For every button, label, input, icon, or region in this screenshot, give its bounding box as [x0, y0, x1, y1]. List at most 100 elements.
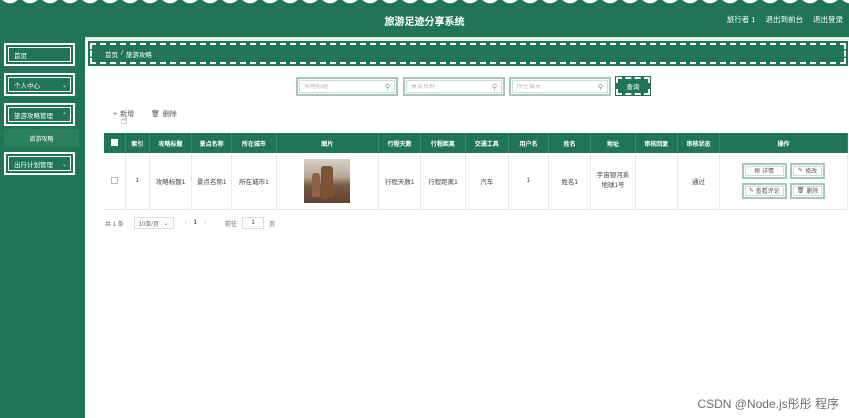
- watermark-text: CSDN @Node.js彤彤 程序: [697, 397, 839, 411]
- col-header-username: 用户名: [508, 133, 550, 153]
- col-header-title: 攻略标题: [149, 133, 193, 153]
- goto-label: 前往: [225, 221, 238, 228]
- pencil-icon: ✎: [748, 188, 754, 195]
- guide-table: 索引 攻略标题 景点名称 所在城市 图片 行程天数 行程距离 交通工具 用户名 …: [104, 133, 848, 210]
- search-icon: ⚲: [597, 83, 603, 91]
- sidebar-item-label: 首页: [14, 52, 27, 60]
- view-comments-label: 查看评论: [755, 189, 780, 196]
- sidebar-subitem-travel-guide[interactable]: 旅游攻略: [4, 129, 79, 147]
- document-icon: ▤: [754, 168, 761, 175]
- header-user-area: 旅行者 1 退出到前台 退出登录: [727, 14, 843, 25]
- spot-name-search-box: ⚲: [403, 77, 505, 96]
- sidebar-item-label: 出行计划管理: [14, 161, 53, 169]
- cell-username: 1: [508, 153, 550, 210]
- guide-thumbnail-image[interactable]: [304, 158, 351, 203]
- city-search-box: ⚲: [509, 77, 611, 96]
- sidebar: 首页 个人中心 ⌄ 旅游攻略管理 ⌃ 旅游攻略 出行计划管理 ⌄: [0, 37, 85, 418]
- col-header-distance: 行程距离: [420, 133, 466, 153]
- chevron-down-icon: ⌄: [163, 220, 169, 227]
- breadcrumb-current: 旅游攻略: [125, 51, 152, 59]
- total-count: 共 1 条: [105, 221, 124, 228]
- user-name: 旅行者 1: [726, 15, 756, 24]
- current-page-number[interactable]: 1: [194, 220, 197, 226]
- view-comments-button[interactable]: ✎ 查看评论: [741, 182, 787, 199]
- page-size-value: 10条/页: [138, 221, 160, 228]
- detail-label: 详情: [762, 169, 775, 176]
- detail-button[interactable]: ▤ 详情: [741, 162, 787, 179]
- cell-distance: 行程距离1: [420, 153, 466, 210]
- delete-label: 删除: [162, 111, 177, 118]
- cell-spot: 景点名称1: [191, 153, 233, 210]
- row-delete-label: 删除: [806, 189, 819, 196]
- cell-name: 姓名1: [548, 153, 592, 210]
- col-header-city: 所在城市: [231, 133, 277, 153]
- select-all-header: [104, 133, 126, 153]
- header-divider: [85, 37, 849, 40]
- top-header: 旅游足迹分享系统 旅行者 1 退出到前台 退出登录: [0, 0, 849, 37]
- cell-index: 1: [125, 153, 150, 210]
- cell-title: 攻略标题1: [149, 153, 193, 210]
- goto-page-input[interactable]: 1: [242, 217, 265, 229]
- cell-city: 所在城市1: [231, 153, 277, 210]
- breadcrumb: 首页 / 旅游攻略: [88, 41, 848, 66]
- col-header-address: 地址: [590, 133, 636, 153]
- prev-page-button[interactable]: ‹: [185, 220, 187, 226]
- cell-status: 通过: [677, 153, 721, 210]
- back-to-front-link[interactable]: 退出到前台: [766, 14, 804, 25]
- sidebar-item-label: 旅游攻略管理: [14, 112, 53, 120]
- pencil-icon: ✎: [798, 168, 804, 175]
- row-actions: ▤ 详情 ✎ 修改 ✎ 查看评论 🗑 删除: [720, 162, 847, 199]
- chevron-down-icon: ⌄: [61, 83, 67, 89]
- col-header-image: 图片: [276, 133, 380, 153]
- col-header-spot: 景点名称: [191, 133, 233, 153]
- header-scallop-decoration: [0, 0, 849, 7]
- breadcrumb-separator: /: [121, 50, 123, 57]
- sidebar-item-label: 个人中心: [14, 82, 40, 90]
- cell-days: 行程天数1: [378, 153, 422, 210]
- sidebar-item-trip-plan-management[interactable]: 出行计划管理 ⌄: [4, 152, 75, 175]
- edit-button[interactable]: ✎ 修改: [789, 162, 826, 179]
- table-row: 1 攻略标题1 景点名称1 所在城市1 行程天数1 行程距离1 汽车 1 姓名1…: [104, 153, 848, 210]
- trash-icon: 🗑: [796, 188, 805, 195]
- sidebar-item-personal-center[interactable]: 个人中心 ⌄: [4, 73, 75, 96]
- col-header-name: 姓名: [548, 133, 592, 153]
- row-checkbox[interactable]: [110, 177, 118, 185]
- select-all-checkbox[interactable]: [110, 139, 118, 147]
- search-icon: ⚲: [491, 83, 497, 91]
- chevron-up-icon: ⌃: [61, 113, 67, 119]
- guide-title-search-box: ⚲: [296, 77, 398, 96]
- chevron-down-icon: ⌄: [61, 162, 67, 168]
- next-page-button[interactable]: ›: [204, 220, 206, 226]
- guide-title-input[interactable]: [304, 83, 385, 90]
- col-header-days: 行程天数: [378, 133, 422, 153]
- cell-transport: 汽车: [465, 153, 509, 210]
- col-header-actions: 操作: [719, 133, 848, 153]
- spot-name-input[interactable]: [411, 83, 492, 90]
- edit-label: 修改: [805, 169, 818, 176]
- cell-address: 宇宙银河系地球1号: [590, 153, 636, 210]
- col-header-transport: 交通工具: [465, 133, 509, 153]
- col-header-index: 索引: [125, 133, 150, 153]
- delete-button[interactable]: 🗑 删除: [151, 109, 177, 119]
- sidebar-item-travel-guide-management[interactable]: 旅游攻略管理 ⌃: [4, 103, 75, 126]
- cell-image: [276, 153, 380, 210]
- logout-link[interactable]: 退出登录: [813, 14, 843, 25]
- table-header-row: 索引 攻略标题 景点名称 所在城市 图片 行程天数 行程距离 交通工具 用户名 …: [104, 133, 848, 153]
- row-delete-button[interactable]: 🗑 删除: [789, 182, 826, 199]
- pagination: 共 1 条 10条/页 ⌄ ‹ 1 › 前往 1 页: [105, 217, 275, 229]
- city-input[interactable]: [517, 83, 598, 90]
- page-size-select[interactable]: 10条/页 ⌄: [133, 217, 174, 229]
- hand-cursor-icon: ☝: [121, 115, 128, 127]
- app-title: 旅游足迹分享系统: [384, 17, 465, 28]
- search-icon: ⚲: [384, 83, 390, 91]
- breadcrumb-home[interactable]: 首页: [105, 49, 118, 59]
- col-header-status: 审核状态: [677, 133, 721, 153]
- trash-icon: 🗑: [151, 111, 160, 118]
- cell-actions: ▤ 详情 ✎ 修改 ✎ 查看评论 🗑 删除: [719, 153, 848, 210]
- sidebar-item-home[interactable]: 首页: [4, 43, 75, 66]
- page-unit-label: 页: [269, 221, 276, 228]
- cell-reply: [635, 153, 678, 210]
- col-header-reply: 审核回复: [635, 133, 678, 153]
- plus-icon: +: [113, 110, 118, 118]
- search-button[interactable]: 查询: [615, 76, 651, 96]
